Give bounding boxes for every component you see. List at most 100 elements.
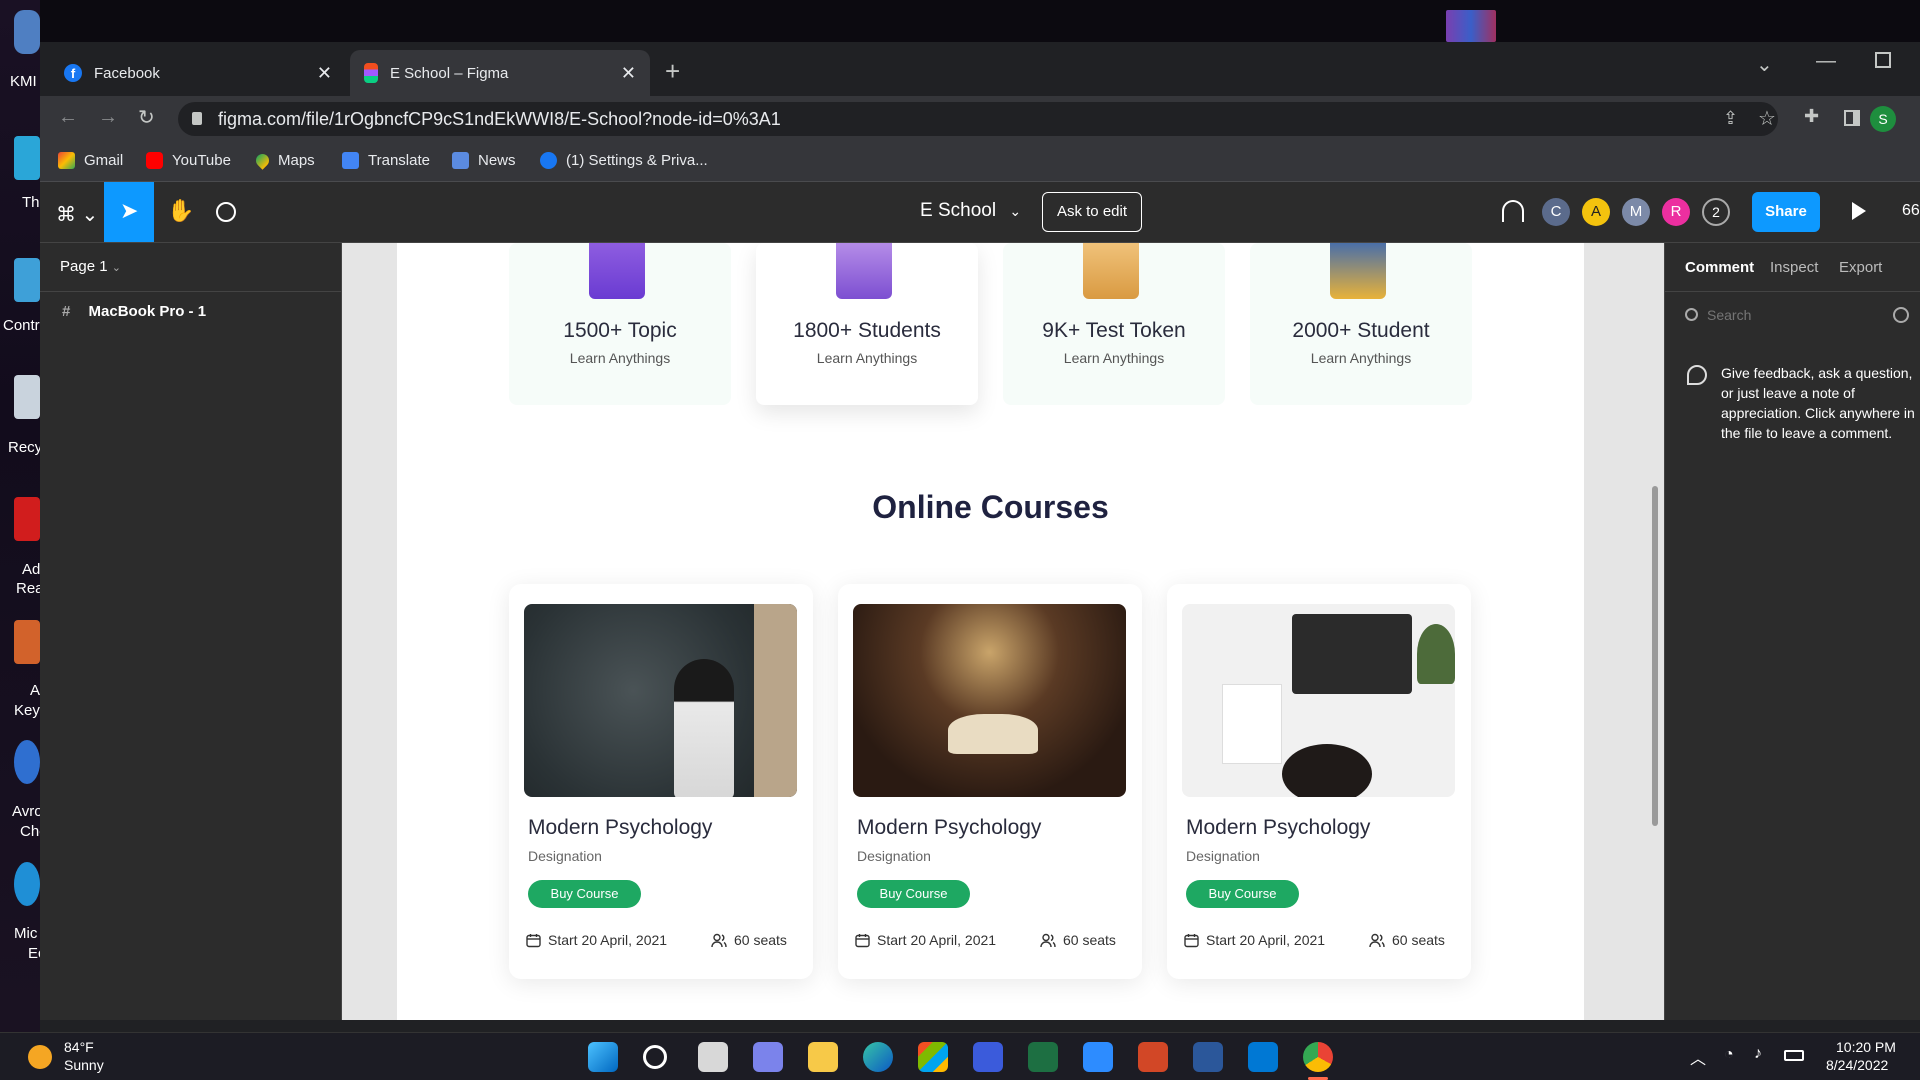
back-icon[interactable]: ← [58, 106, 78, 129]
app-icon[interactable] [973, 1042, 1003, 1072]
close-icon[interactable]: ✕ [621, 63, 636, 84]
section-title: Online Courses [872, 489, 1109, 525]
forward-icon[interactable]: → [98, 106, 118, 129]
edge-desktop-icon[interactable] [14, 862, 40, 906]
filter-icon[interactable] [1893, 307, 1909, 323]
avatar[interactable]: R [1662, 198, 1690, 226]
close-icon[interactable]: ✕ [317, 63, 332, 84]
collaborator-count[interactable]: 2 [1702, 198, 1730, 226]
layer-item[interactable]: # MacBook Pro - 1 [62, 303, 206, 320]
file-explorer-icon[interactable] [808, 1042, 838, 1072]
tab-export[interactable]: Export [1839, 259, 1882, 276]
hand-tool-icon[interactable]: ✋ [167, 198, 194, 224]
start-icon[interactable] [588, 1042, 618, 1072]
search-icon [1685, 308, 1698, 321]
bookmark-youtube[interactable]: YouTube [146, 152, 231, 169]
adobe-reader-icon[interactable] [14, 497, 40, 541]
zoom-icon[interactable] [1083, 1042, 1113, 1072]
comment-tool-icon[interactable] [216, 202, 236, 222]
chevron-up-icon[interactable]: ︿ [1690, 1045, 1706, 1069]
word-icon[interactable] [1193, 1042, 1223, 1072]
powerpoint-icon[interactable] [1138, 1042, 1168, 1072]
chevron-down-icon[interactable]: ⌄ [1756, 52, 1773, 77]
tab-figma[interactable]: E School – Figma ✕ [350, 50, 650, 96]
battery-icon[interactable] [1784, 1050, 1804, 1061]
excel-icon[interactable] [1028, 1042, 1058, 1072]
control-panel-icon[interactable] [14, 258, 40, 302]
edge-icon[interactable] [863, 1042, 893, 1072]
minimize-icon[interactable]: — [1816, 50, 1836, 73]
bookmark-label: (1) Settings & Priva... [566, 152, 708, 169]
tab-facebook[interactable]: f Facebook ✕ [50, 50, 346, 96]
new-tab-button[interactable]: + [665, 56, 680, 87]
present-play-icon[interactable] [1852, 202, 1866, 220]
this-pc-icon[interactable] [14, 136, 40, 180]
course-designation: Designation [528, 848, 602, 864]
star-icon[interactable]: ☆ [1758, 106, 1776, 131]
volume-icon[interactable]: ♪ [1754, 1045, 1762, 1063]
avatar[interactable]: C [1542, 198, 1570, 226]
seats-count: 60 seats [734, 932, 787, 948]
avro-icon[interactable] [14, 740, 40, 784]
share-page-icon[interactable]: ⇪ [1723, 108, 1738, 129]
stat-card: 2000+ Student Learn Anythings [1250, 243, 1472, 405]
bookmark-news[interactable]: News [452, 152, 516, 169]
file-name-dropdown[interactable]: E School ⌄ [920, 200, 1021, 222]
buy-course-button[interactable]: Buy Course [1186, 880, 1299, 908]
share-button[interactable]: Share [1752, 192, 1820, 232]
ask-to-edit-button[interactable]: Ask to edit [1042, 192, 1142, 232]
task-view-icon[interactable] [698, 1042, 728, 1072]
course-start: Start 20 April, 2021 [1184, 932, 1325, 948]
figma-icon [364, 63, 378, 83]
stat-number: 9K+ Test Token [1042, 319, 1186, 342]
course-image [1182, 604, 1455, 797]
profile-avatar[interactable]: S [1870, 106, 1896, 132]
sidepanel-icon[interactable] [1844, 110, 1860, 126]
reload-icon[interactable]: ↻ [138, 105, 155, 130]
bookmark-gmail[interactable]: Gmail [58, 152, 123, 169]
clock-time[interactable]: 10:20 PM [1836, 1039, 1896, 1055]
zoom-level[interactable]: 66 [1902, 202, 1920, 220]
chrome-icon[interactable] [1303, 1042, 1333, 1072]
clock-date[interactable]: 8/24/2022 [1826, 1057, 1888, 1073]
avatar[interactable]: M [1622, 198, 1650, 226]
weather-sun-icon[interactable] [28, 1045, 52, 1069]
users-icon [1369, 933, 1385, 947]
page-selector[interactable]: Page 1 ⌄ [60, 258, 121, 275]
weather-condition[interactable]: Sunny [64, 1057, 104, 1073]
page-label: Page 1 [60, 258, 108, 275]
headphones-icon[interactable] [1502, 200, 1524, 222]
search-icon[interactable] [643, 1045, 667, 1069]
vscode-icon[interactable] [1248, 1042, 1278, 1072]
move-tool-button[interactable]: ➤ [104, 182, 154, 242]
bookmark-facebook-settings[interactable]: (1) Settings & Priva... [540, 152, 708, 169]
tab-comment[interactable]: Comment [1685, 259, 1754, 276]
bookmark-translate[interactable]: Translate [342, 152, 430, 169]
buy-course-button[interactable]: Buy Course [857, 880, 970, 908]
seats-count: 60 seats [1392, 932, 1445, 948]
desktop-label: Avro [12, 803, 43, 820]
laptop-shape [1292, 614, 1412, 694]
recycle-bin-icon[interactable] [14, 375, 40, 419]
clipboard-icon [836, 243, 892, 299]
figma-menu-icon[interactable]: ⌘ ⌄ [56, 202, 98, 227]
divider [1665, 291, 1920, 292]
calendar-icon [855, 933, 870, 947]
maximize-icon[interactable] [1875, 52, 1891, 68]
weather-temp[interactable]: 84°F [64, 1039, 94, 1055]
wifi-icon[interactable]: ◔ [1724, 1046, 1734, 1064]
keylogger-icon[interactable] [14, 620, 40, 664]
teams-chat-icon[interactable] [753, 1042, 783, 1072]
comment-search-input[interactable] [1707, 301, 1877, 329]
tab-inspect[interactable]: Inspect [1770, 259, 1818, 276]
avatar[interactable]: A [1582, 198, 1610, 226]
canvas-scrollbar[interactable] [1652, 486, 1658, 826]
figma-canvas[interactable]: 1500+ Topic Learn Anythings 1800+ Studen… [342, 243, 1664, 1020]
winrar-icon[interactable] [1446, 10, 1496, 42]
kmplayer-icon[interactable] [14, 10, 40, 54]
address-bar[interactable]: figma.com/file/1rOgbncfCP9cS1ndEkWWI8/E-… [178, 102, 1778, 136]
store-icon[interactable] [918, 1042, 948, 1072]
buy-course-button[interactable]: Buy Course [528, 880, 641, 908]
bookmark-maps[interactable]: Maps [253, 151, 315, 170]
extensions-icon[interactable]: ✚ [1804, 106, 1819, 127]
